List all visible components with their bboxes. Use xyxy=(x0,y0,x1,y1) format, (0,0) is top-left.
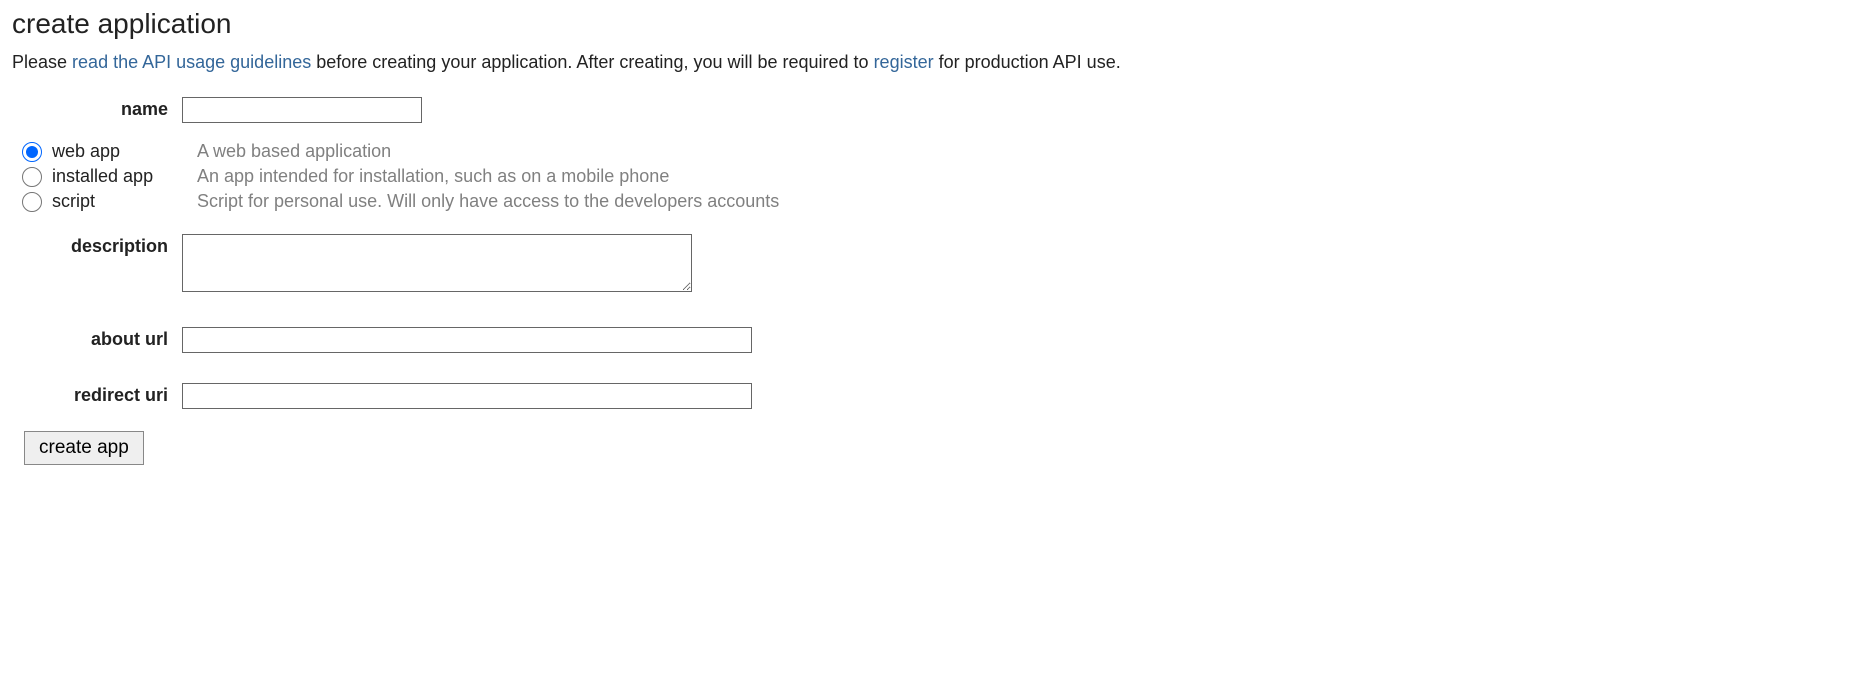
description-label: description xyxy=(12,234,182,257)
about-url-label: about url xyxy=(12,327,182,350)
intro-middle: before creating your application. After … xyxy=(311,52,873,72)
app-type-label-web[interactable]: web app xyxy=(52,141,197,162)
intro-prefix: Please xyxy=(12,52,72,72)
app-type-label-installed[interactable]: installed app xyxy=(52,166,197,187)
app-type-label-script[interactable]: script xyxy=(52,191,197,212)
create-app-button[interactable]: create app xyxy=(24,431,144,465)
app-type-radio-script[interactable] xyxy=(22,192,42,212)
page-title: create application xyxy=(12,8,1856,40)
app-type-desc-script: Script for personal use. Will only have … xyxy=(197,191,779,212)
register-link[interactable]: register xyxy=(874,52,934,72)
intro-suffix: for production API use. xyxy=(934,52,1121,72)
app-type-radio-installed[interactable] xyxy=(22,167,42,187)
api-guidelines-link[interactable]: read the API usage guidelines xyxy=(72,52,311,72)
app-type-desc-web: A web based application xyxy=(197,141,391,162)
name-label: name xyxy=(12,97,182,120)
redirect-uri-input[interactable] xyxy=(182,383,752,409)
app-type-radio-web[interactable] xyxy=(22,142,42,162)
about-url-input[interactable] xyxy=(182,327,752,353)
app-type-group: web app A web based application installe… xyxy=(22,141,1856,212)
description-input[interactable] xyxy=(182,234,692,292)
redirect-uri-label: redirect uri xyxy=(12,383,182,406)
name-input[interactable] xyxy=(182,97,422,123)
intro-text: Please read the API usage guidelines bef… xyxy=(12,52,1856,73)
app-type-desc-installed: An app intended for installation, such a… xyxy=(197,166,669,187)
